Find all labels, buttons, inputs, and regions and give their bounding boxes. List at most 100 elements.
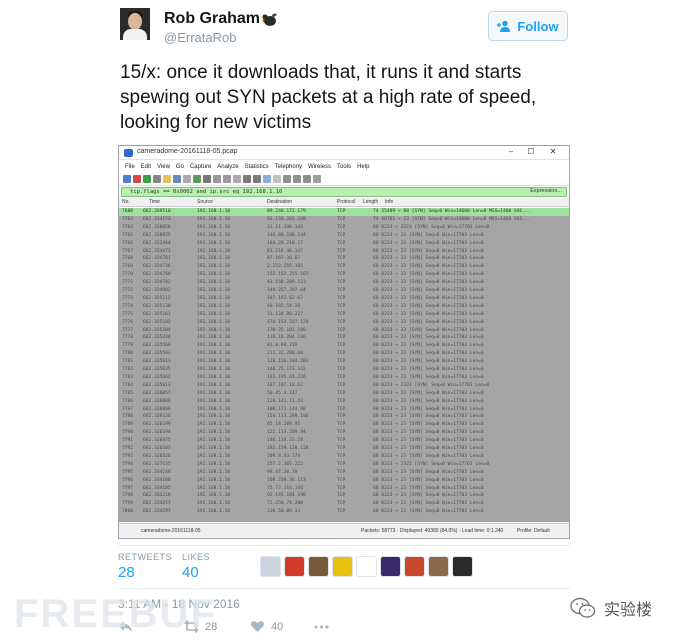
packet-number: 7780 [122,351,134,357]
packet-row: 7793 662.326526 192.168.1.10 209.8.43.174 TC… [119,453,569,461]
packet-row: 7768 662.324701 192.168.1.10 87.167.30.67 TC… [119,255,569,263]
packet-list: 7680 662.269510 192.168.1.10 89.248.172.179… [119,208,569,522]
packet-time: 662.325635 [143,367,171,372]
packet-info: 60 8223 → 23 [SYN] Seq=0 Win=17703 Len=0 [373,406,484,412]
packet-info: 60 8223 → 23 [SYN] Seq=0 Win=17703 Len=0 [373,295,484,301]
menu-go: Go [175,163,184,170]
packet-number: 7791 [122,438,134,444]
packet-number: 7793 [122,453,134,459]
packet-protocol: TCP [337,311,346,317]
packet-destination: 157.2.165.222 [267,461,303,467]
wireshark-app-icon [124,149,133,157]
packet-source: 192.168.1.10 [197,469,231,475]
packet-row: 7777 662.325204 192.168.1.10 170.25.182.180… [119,327,569,335]
like-button[interactable]: 40 [250,620,283,633]
packet-protocol: TCP [337,216,346,222]
packet-destination: 144.257.207.64 [267,288,306,293]
liker-avatar[interactable] [356,556,377,577]
packet-row: 7794 662.327155 192.168.1.10 157.2.165.222 T… [119,461,569,469]
packet-source: 192.168.1.10 [197,438,231,444]
attached-screenshot[interactable]: cameradome-20161118-05.pcap – ☐ ✕ File E… [118,145,570,539]
packet-protocol: TCP [337,501,346,507]
packet-source: 192.168.1.10 [197,248,231,254]
packet-row: 7773 662.325112 192.168.1.10 187.161.62.67 T… [119,295,569,303]
more-options-button[interactable] [314,620,329,633]
autoscroll-icon [263,175,271,183]
packet-destination: 136.50.89.33 [267,509,301,515]
packet-number: 7796 [122,477,134,483]
packet-time: 662.334257 [143,501,171,507]
author-handle[interactable]: @ErrataRob [164,30,236,45]
wechat-icon [570,597,596,618]
packet-info: 60 8223 → 23 [SYN] Seq=0 Win=17703 Len=0 [373,509,484,515]
follow-button[interactable]: Follow [488,11,568,41]
packet-protocol: TCP [337,390,346,396]
packet-protocol: TCP [337,485,346,491]
column-destination: Destination [267,199,293,205]
likes-count: 40 [182,564,199,581]
packet-number: 7799 [122,501,134,507]
packet-row: 7765 662.320925 192.168.1.10 146.80.100.144… [119,232,569,240]
packet-info: 60 8223 → 23 [SYN] Seq=0 Win=17703 Len=0 [373,359,484,365]
packet-destination: 154.113.209.186 [267,414,309,420]
packet-number: 7785 [122,390,134,396]
packet-number: 7783 [122,374,134,380]
author-name[interactable]: Rob Graham [164,10,260,28]
packet-row: 7798 662.334218 192.168.1.10 92.145.184.196… [119,492,569,500]
packet-time: 662.334148 [143,469,171,475]
packet-source: 192.168.1.10 [197,327,231,333]
packet-time: 662.326503 [143,446,171,451]
liker-avatar[interactable] [428,556,449,577]
packet-source: 192.168.1.10 [197,303,231,309]
liker-avatar[interactable] [380,556,401,577]
packet-time: 662.325662 [143,374,171,380]
zoom-reset-icon [303,175,311,183]
packet-time: 662.325112 [143,295,171,301]
packet-source: 192.168.1.10 [197,224,231,230]
liker-avatar[interactable] [332,556,353,577]
author-avatar[interactable] [120,8,150,40]
packet-number: 7788 [122,414,134,420]
packet-number: 7764 [122,224,134,230]
minimize-icon: – [508,147,514,156]
wireshark-status-bar: cameradome-20161118-05 Packets: 58773 · … [119,523,569,538]
packet-time: 662.269510 [143,209,171,214]
packet-info: 60 8223 → 23 [SYN] Seq=0 Win=17703 Len=0 [373,367,484,372]
packet-destination: 65.18.209.95 [267,422,301,428]
packet-number: 7765 [122,232,134,238]
packet-protocol: TCP [337,224,346,230]
packet-source: 192.168.1.10 [197,422,231,428]
packet-destination: 146.80.100.144 [267,232,306,238]
close-icon: ✕ [549,147,557,156]
liker-avatar[interactable] [404,556,425,577]
packet-destination: 100.171.144.98 [267,406,306,412]
packet-info: 60 8223 → 23 [SYN] Seq=0 Win=17703 Len=0 [373,272,484,278]
liker-avatar[interactable] [284,556,305,577]
packet-number: 7770 [122,272,134,278]
packet-protocol: TCP [337,414,346,420]
retweets-stat[interactable]: RETWEETS 28 [118,552,172,581]
packet-number: 7790 [122,430,134,436]
packet-source: 192.168.1.10 [197,295,231,301]
packet-protocol: TCP [337,295,346,301]
packet-protocol: TCP [337,398,346,404]
packet-protocol: TCP [337,319,346,325]
packet-info: 60 8223 → 23 [SYN] Seq=0 Win=17703 Len=0 [373,232,484,238]
packet-protocol: TCP [337,209,346,214]
packet-number: 7680 [122,209,134,214]
retweets-count: 28 [118,564,135,581]
liker-avatar[interactable] [260,556,281,577]
liker-avatar[interactable] [452,556,473,577]
stop-capture-icon [133,175,141,183]
wireshark-toolbar [119,173,569,186]
column-time: Time [149,199,160,205]
packet-time: 662.314153 [143,216,171,222]
packet-protocol: TCP [337,351,346,357]
likes-stat[interactable]: LIKES 40 [182,552,210,581]
liker-avatar[interactable] [308,556,329,577]
freebuf-watermark: FREEBUF [14,592,217,636]
packet-protocol: TCP [337,240,346,246]
packet-number: 7778 [122,335,134,341]
packet-number: 7787 [122,406,134,412]
packet-source: 192.168.1.10 [197,485,231,491]
